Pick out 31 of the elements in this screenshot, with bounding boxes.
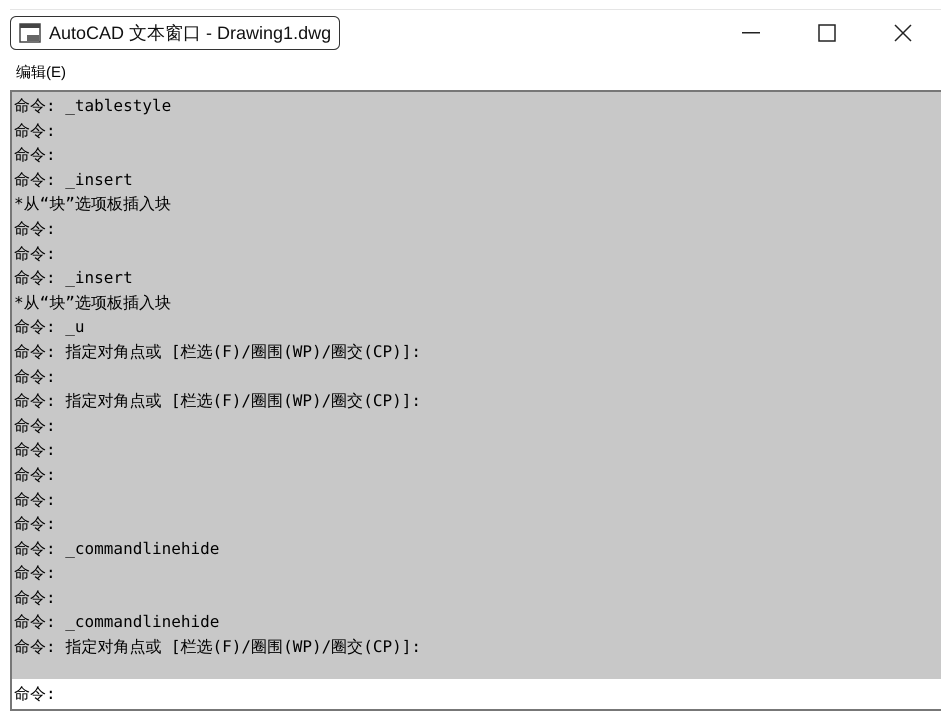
history-line: 命令: 指定对角点或 [栏选(F)/圈围(WP)/圈交(CP)]:	[14, 340, 422, 363]
history-line: 命令:	[14, 562, 56, 584]
command-input-field[interactable]: 命令:	[10, 679, 941, 711]
history-line: *从“块”选项板插入块	[14, 193, 171, 216]
history-line: 命令:	[14, 586, 56, 609]
history-line: 命令: _commandlinehide	[14, 538, 220, 560]
history-line: 命令:	[14, 488, 56, 510]
history-line: 命令: 指定对角点或 [栏选(F)/圈围(WP)/圈交(CP)]:	[14, 636, 422, 658]
maximize-icon	[818, 24, 836, 42]
history-line: 命令: _u	[14, 316, 85, 338]
history-line: 命令:	[14, 414, 56, 437]
menu-item[interactable]: 编辑(E)	[16, 62, 66, 84]
history-line: 命令: _insert	[14, 168, 133, 191]
history-line: 命令:	[14, 439, 56, 462]
minimize-icon	[742, 32, 760, 34]
history-line: 命令: _insert	[14, 267, 133, 290]
window-title: AutoCAD 文本窗口 - Drawing1.dwg	[49, 22, 332, 45]
history-line: 命令:	[14, 513, 56, 536]
window-icon	[19, 23, 41, 43]
history-line: 命令: _commandlinehide	[14, 611, 220, 634]
history-line: 命令:	[14, 120, 56, 142]
history-line: 命令:	[14, 366, 56, 388]
history-line: 命令:	[14, 144, 56, 166]
history-line: *从“块”选项板插入块	[14, 292, 171, 314]
history-line: 命令:	[14, 242, 56, 265]
history-line: 命令:	[14, 218, 56, 240]
history-line: 命令: _tablestyle	[14, 95, 172, 117]
close-icon	[894, 24, 912, 42]
history-line: 命令: 指定对角点或 [栏选(F)/圈围(WP)/圈交(CP)]:	[14, 390, 422, 412]
command-prompt: 命令:	[14, 683, 56, 705]
history-line: 命令:	[14, 464, 56, 486]
